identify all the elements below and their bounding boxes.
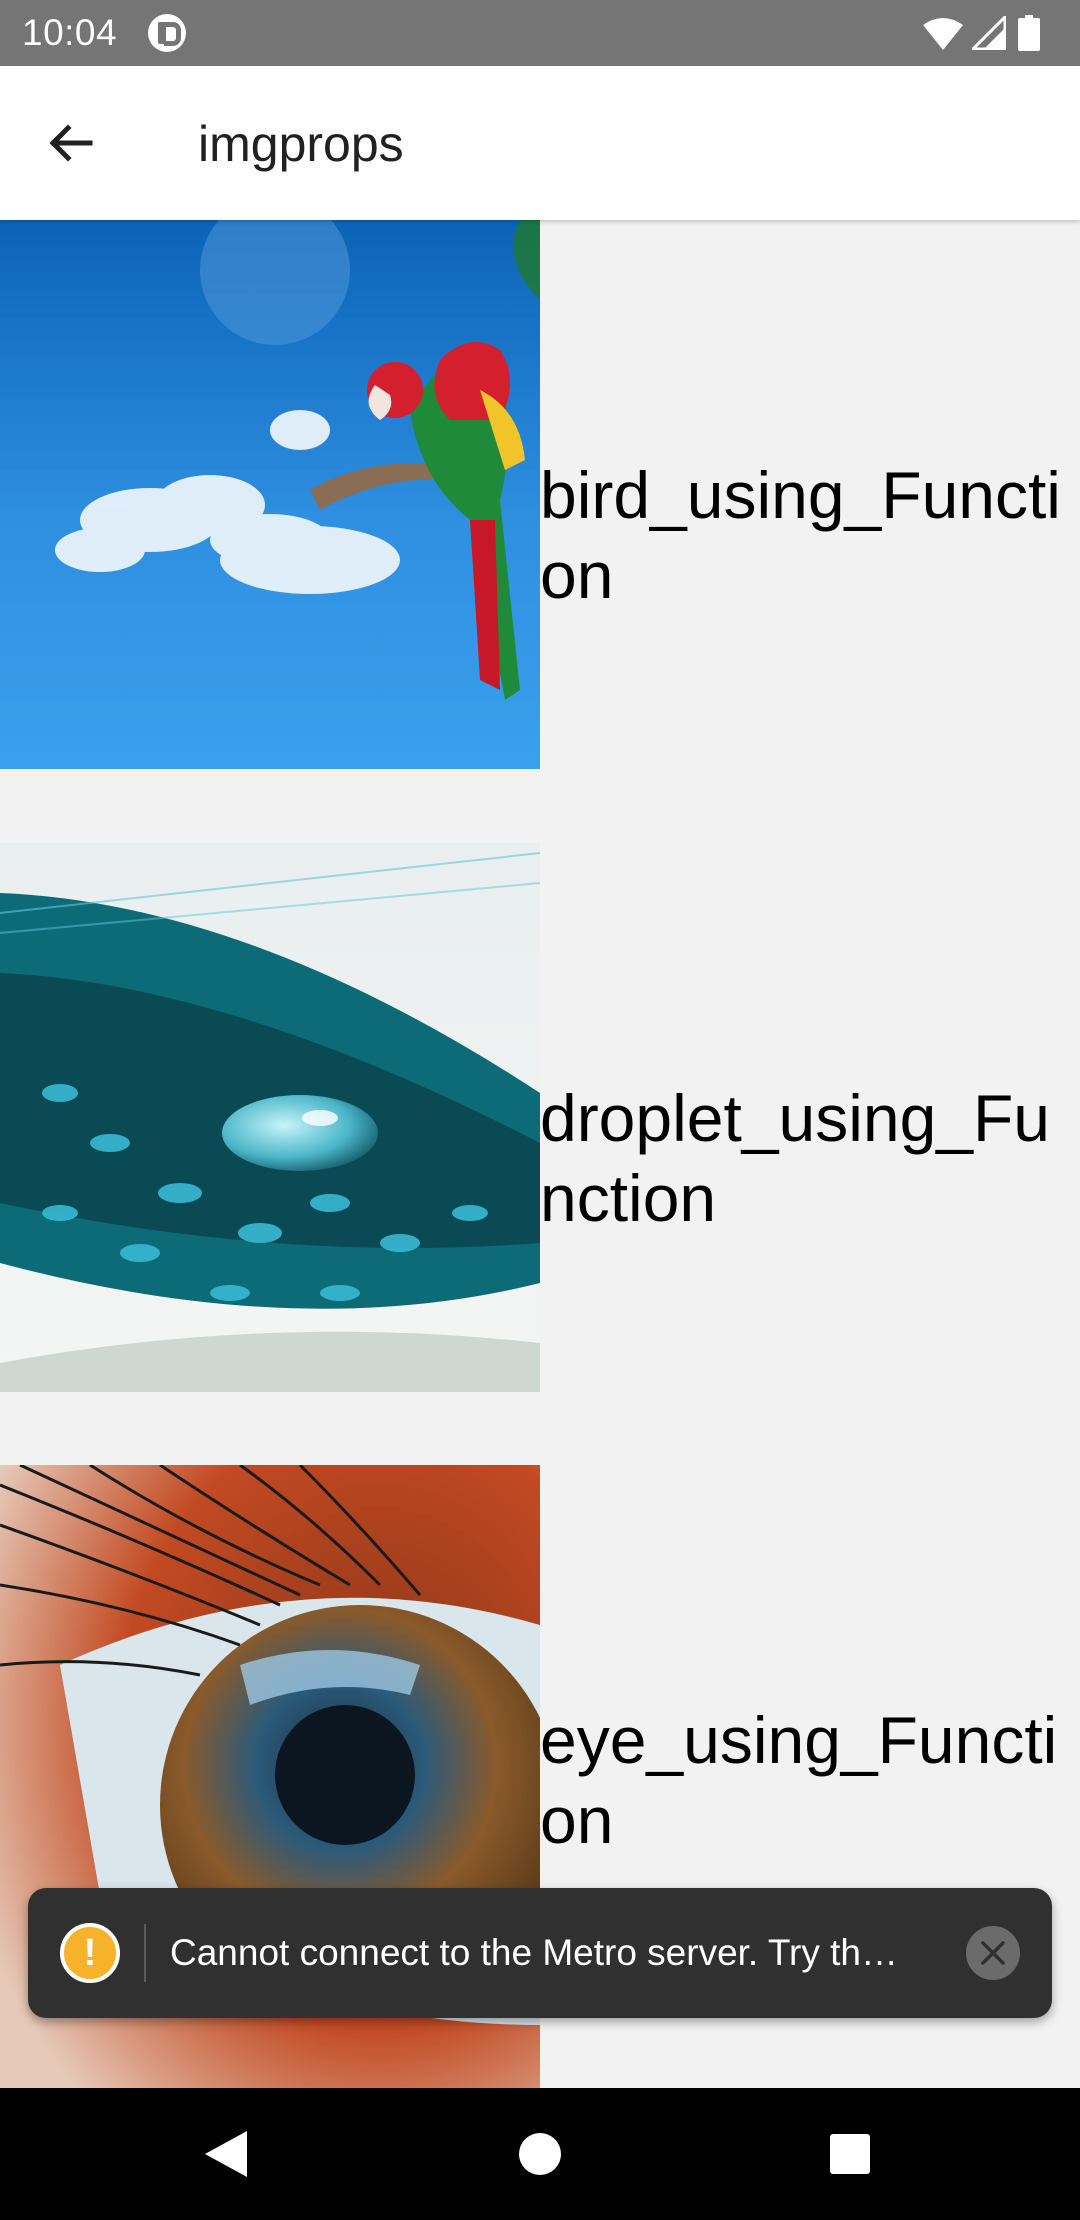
nav-recents-button[interactable] <box>814 2118 886 2190</box>
home-circle-icon <box>519 2133 561 2175</box>
warning-icon: ! <box>60 1923 120 1983</box>
back-triangle-icon <box>205 2131 247 2177</box>
nav-back-button[interactable] <box>190 2118 262 2190</box>
list-item[interactable]: bird_using_Function <box>0 220 1080 769</box>
droplet-image <box>0 843 540 1392</box>
status-time: 10:04 <box>22 12 118 53</box>
app-bar: imgprops <box>0 66 1080 220</box>
item-label: droplet_using_Function <box>540 1081 1051 1235</box>
close-icon <box>981 1941 1005 1965</box>
toast-divider <box>144 1924 146 1982</box>
bird-image <box>0 220 540 769</box>
metro-warning-toast[interactable]: ! Cannot connect to the Metro server. Tr… <box>28 1888 1052 2018</box>
item-label: bird_using_Function <box>540 458 1061 612</box>
wifi-icon <box>923 18 963 50</box>
status-icons <box>922 0 1062 66</box>
toast-close-button[interactable] <box>966 1926 1020 1980</box>
item-label: eye_using_Function <box>540 1703 1058 1857</box>
cell-signal-icon <box>972 16 1006 50</box>
system-nav-bar <box>0 2088 1080 2220</box>
back-button[interactable] <box>30 103 110 183</box>
arrow-left-icon <box>49 124 93 162</box>
toast-message: Cannot connect to the Metro server. Try … <box>170 1932 899 1973</box>
list-item[interactable]: droplet_using_Function <box>0 843 1080 1392</box>
status-bar: 10:04 <box>0 0 1080 66</box>
app-notification-icon <box>148 14 186 52</box>
nav-home-button[interactable] <box>504 2118 576 2190</box>
battery-icon <box>1018 15 1040 51</box>
recents-square-icon <box>830 2134 870 2174</box>
page-title: imgprops <box>198 116 404 172</box>
